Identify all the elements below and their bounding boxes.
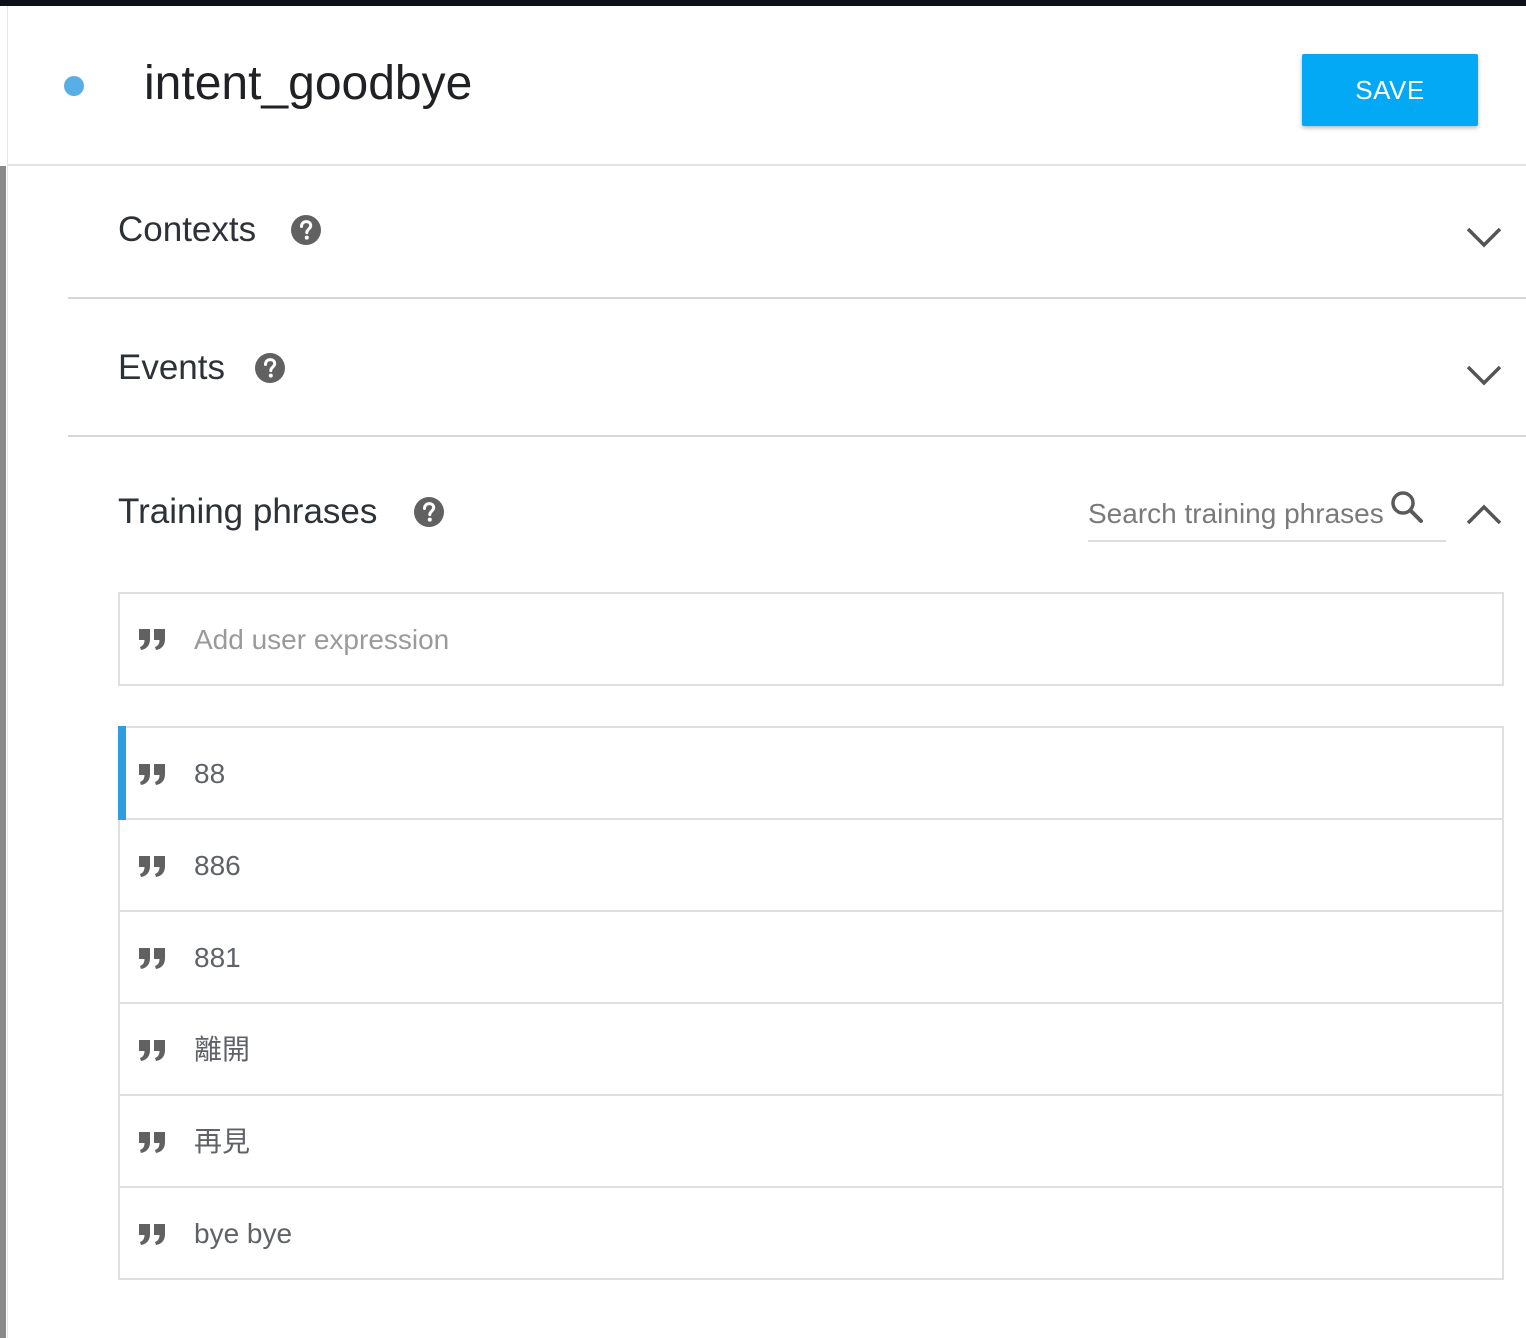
- add-expression-input[interactable]: [194, 618, 1474, 662]
- status-dot: [64, 76, 84, 96]
- training-phrase-row[interactable]: 886: [120, 820, 1502, 912]
- quote-icon: [139, 629, 165, 650]
- quote-icon: [139, 1224, 165, 1245]
- training-phrase-row[interactable]: bye bye: [120, 1188, 1502, 1280]
- training-phrase-text: 離開: [194, 1034, 251, 1065]
- help-circle-icon[interactable]: [413, 496, 445, 528]
- events-title: Events: [118, 348, 225, 387]
- training-phrase-row[interactable]: 再見: [120, 1096, 1502, 1188]
- training-phrase-text: 881: [194, 942, 241, 973]
- training-phrase-text: 再見: [194, 1126, 251, 1157]
- search-training-phrases: [1088, 486, 1446, 542]
- training-phrase-text: 886: [194, 850, 241, 881]
- training-phrases-title: Training phrases: [118, 492, 378, 531]
- training-phrase-text: 88: [194, 758, 226, 789]
- search-icon[interactable]: [1390, 490, 1424, 524]
- intent-header: intent_goodbye SAVE: [8, 6, 1526, 166]
- search-input[interactable]: [1088, 492, 1384, 536]
- contexts-title: Contexts: [118, 210, 257, 249]
- training-phrase-row[interactable]: 離開: [120, 1004, 1502, 1096]
- add-user-expression: [118, 592, 1504, 686]
- chevron-down-icon[interactable]: [1466, 226, 1502, 248]
- intent-name[interactable]: intent_goodbye: [144, 54, 472, 114]
- training-phrase-row[interactable]: 881: [120, 912, 1502, 1004]
- training-phrase-row[interactable]: 88: [118, 726, 1502, 820]
- chevron-up-icon[interactable]: [1466, 504, 1502, 526]
- scrollbar[interactable]: [0, 166, 6, 1338]
- quote-icon: [139, 1132, 165, 1153]
- quote-icon: [139, 948, 165, 969]
- help-circle-icon[interactable]: [254, 352, 286, 384]
- training-phrase-list: 88 886 881 離開 再見 bye bye: [118, 726, 1504, 1280]
- training-phrase-text: bye bye: [194, 1218, 293, 1249]
- help-circle-icon[interactable]: [290, 214, 322, 246]
- quote-icon: [139, 764, 165, 785]
- save-button[interactable]: SAVE: [1302, 54, 1478, 126]
- quote-icon: [139, 1040, 165, 1061]
- quote-icon: [139, 856, 165, 877]
- divider: [68, 435, 1526, 437]
- chevron-down-icon[interactable]: [1466, 364, 1502, 386]
- divider: [68, 297, 1526, 299]
